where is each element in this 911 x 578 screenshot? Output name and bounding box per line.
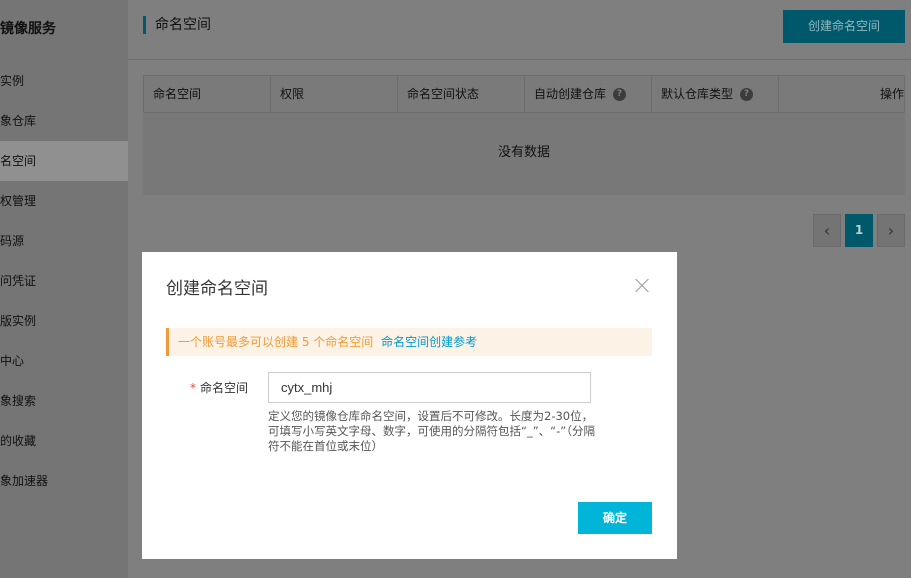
limit-notice: 一个账号最多可以创建 5 个命名空间 命名空间创建参考 bbox=[166, 328, 652, 356]
help-icon[interactable]: ? bbox=[740, 88, 754, 101]
table-body: 没有数据 bbox=[143, 113, 905, 195]
dialog-title: 创建命名空间 bbox=[166, 279, 268, 299]
column-namespace: 命名空间 bbox=[144, 76, 271, 112]
namespace-hint: 定义您的镜像仓库命名空间，设置后不可修改。长度为2-30位，可填写小写英文字母、… bbox=[268, 409, 595, 453]
page-header: 命名空间 创建命名空间 bbox=[128, 0, 911, 60]
column-status: 命名空间状态 bbox=[398, 76, 525, 112]
sidebar-item-namespaces[interactable]: 名空间 bbox=[0, 141, 128, 181]
sidebar-item-credentials[interactable]: 问凭证 bbox=[0, 261, 128, 301]
sidebar-item-repositories[interactable]: 象仓库 bbox=[0, 101, 128, 141]
namespace-field-label: * 命名空间 bbox=[190, 381, 249, 395]
column-actions: 操作 bbox=[879, 87, 904, 101]
sidebar-item-favorites[interactable]: 的收藏 bbox=[0, 421, 128, 461]
column-auto-create: 自动创建仓库? bbox=[525, 76, 652, 112]
sidebar-item-permissions[interactable]: 权管理 bbox=[0, 181, 128, 221]
next-page-button[interactable]: › bbox=[877, 214, 905, 247]
title-accent-bar bbox=[143, 16, 146, 34]
sidebar-item-accelerator[interactable]: 象加速器 bbox=[0, 461, 128, 501]
page-1-button[interactable]: 1 bbox=[845, 214, 873, 247]
sidebar-title: 镜像服务 bbox=[0, 21, 56, 37]
notice-text: 一个账号最多可以创建 5 个命名空间 bbox=[178, 335, 374, 349]
prev-page-button[interactable]: ‹ bbox=[813, 214, 841, 247]
close-icon[interactable] bbox=[633, 277, 651, 295]
page-title: 命名空间 bbox=[155, 17, 211, 33]
pagination: ‹ 1 › bbox=[813, 214, 905, 247]
empty-state-text: 没有数据 bbox=[497, 145, 550, 160]
create-namespace-button[interactable]: 创建命名空间 bbox=[783, 10, 905, 43]
confirm-button[interactable]: 确定 bbox=[578, 502, 652, 534]
namespace-input[interactable] bbox=[268, 372, 591, 403]
sidebar-item-instance[interactable]: 实例 bbox=[0, 61, 128, 101]
sidebar-item-edition-instance[interactable]: 版实例 bbox=[0, 301, 128, 341]
sidebar: 镜像服务 实例 象仓库 名空间 权管理 码源 问凭证 版实例 中心 象搜索 的收… bbox=[0, 0, 128, 578]
create-namespace-dialog: 创建命名空间 一个账号最多可以创建 5 个命名空间 命名空间创建参考 * 命名空间… bbox=[142, 252, 677, 559]
namespace-table: 命名空间 权限 命名空间状态 自动创建仓库? 默认仓库类型? 操作 没有数据 bbox=[143, 75, 905, 195]
table-header: 命名空间 权限 命名空间状态 自动创建仓库? 默认仓库类型? 操作 bbox=[143, 75, 905, 113]
required-mark: * bbox=[190, 381, 196, 395]
sidebar-item-image-search[interactable]: 象搜索 bbox=[0, 381, 128, 421]
column-default-type: 默认仓库类型? bbox=[652, 76, 779, 112]
column-permission: 权限 bbox=[271, 76, 398, 112]
sidebar-item-center[interactable]: 中心 bbox=[0, 341, 128, 381]
help-icon[interactable]: ? bbox=[613, 88, 627, 101]
sidebar-item-code-source[interactable]: 码源 bbox=[0, 221, 128, 261]
namespace-guide-link[interactable]: 命名空间创建参考 bbox=[381, 335, 477, 349]
